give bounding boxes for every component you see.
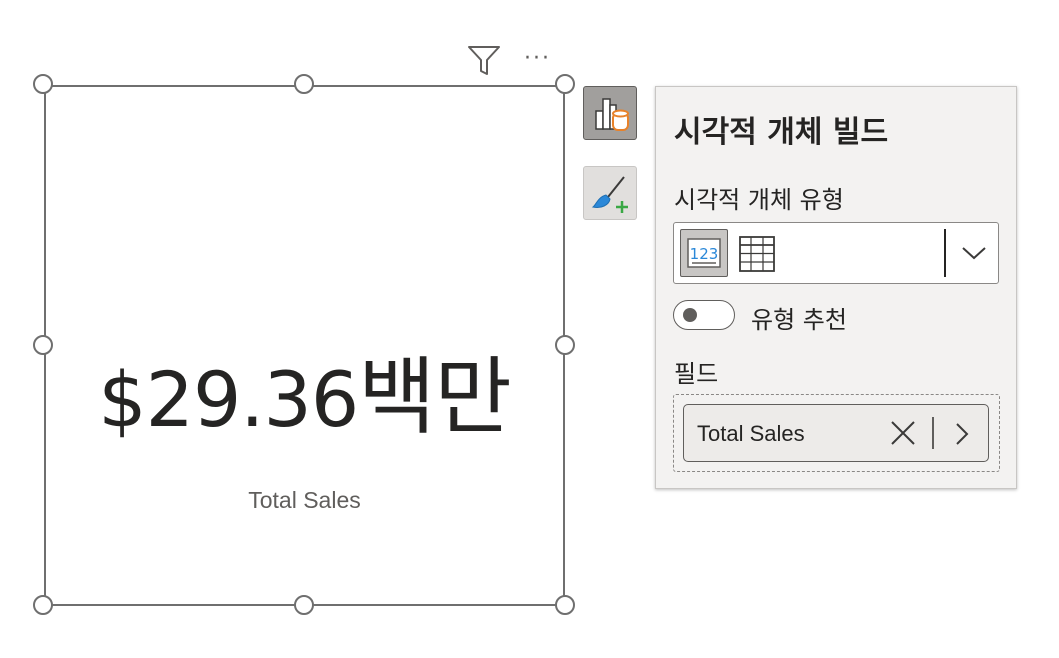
format-brush-icon <box>591 176 628 213</box>
field-name: Total Sales <box>697 421 805 446</box>
resize-handle-right[interactable] <box>555 335 575 355</box>
resize-handle-left[interactable] <box>33 335 53 355</box>
field-pill[interactable]: Total Sales <box>683 404 989 462</box>
close-icon[interactable] <box>889 419 917 447</box>
svg-text:123: 123 <box>690 245 719 263</box>
toggle-knob <box>683 308 697 322</box>
card-value: $29.36백만 <box>46 355 563 439</box>
visual-type-label: 시각적 개체 유형 <box>674 186 844 214</box>
chevron-down-icon[interactable] <box>960 243 988 263</box>
resize-handle-bottom-right[interactable] <box>555 595 575 615</box>
fields-well[interactable]: Total Sales <box>673 394 1000 472</box>
visual-type-picker[interactable]: 123 <box>673 222 999 284</box>
card-123-icon: 123 <box>687 238 721 268</box>
build-visual-button[interactable] <box>583 86 637 140</box>
picker-divider <box>944 229 946 277</box>
card-value-number: $29.36 <box>98 355 359 444</box>
table-icon[interactable] <box>738 235 776 273</box>
resize-handle-top[interactable] <box>294 74 314 94</box>
card-visual[interactable]: $29.36백만 Total Sales <box>44 85 565 606</box>
suggest-type-label: 유형 추천 <box>751 306 847 334</box>
format-visual-button[interactable] <box>583 166 637 220</box>
card-label: Total Sales <box>248 487 361 513</box>
filter-icon[interactable] <box>466 44 502 76</box>
resize-handle-bottom[interactable] <box>294 595 314 615</box>
more-options-icon[interactable]: ··· <box>524 44 551 74</box>
card-visual-type-button[interactable]: 123 <box>680 229 728 277</box>
field-separator <box>932 417 934 449</box>
resize-handle-bottom-left[interactable] <box>33 595 53 615</box>
card-value-unit: 백만 <box>358 348 512 446</box>
resize-handle-top-right[interactable] <box>555 74 575 94</box>
pane-title: 시각적 개체 빌드 <box>674 115 889 150</box>
build-visual-pane: 시각적 개체 빌드 시각적 개체 유형 123 유형 추천 필드 Total S… <box>655 86 1017 489</box>
fields-label: 필드 <box>674 360 719 388</box>
build-visual-icon <box>595 98 629 131</box>
resize-handle-top-left[interactable] <box>33 74 53 94</box>
suggest-type-toggle[interactable] <box>673 300 735 330</box>
chevron-right-icon[interactable] <box>952 421 972 447</box>
